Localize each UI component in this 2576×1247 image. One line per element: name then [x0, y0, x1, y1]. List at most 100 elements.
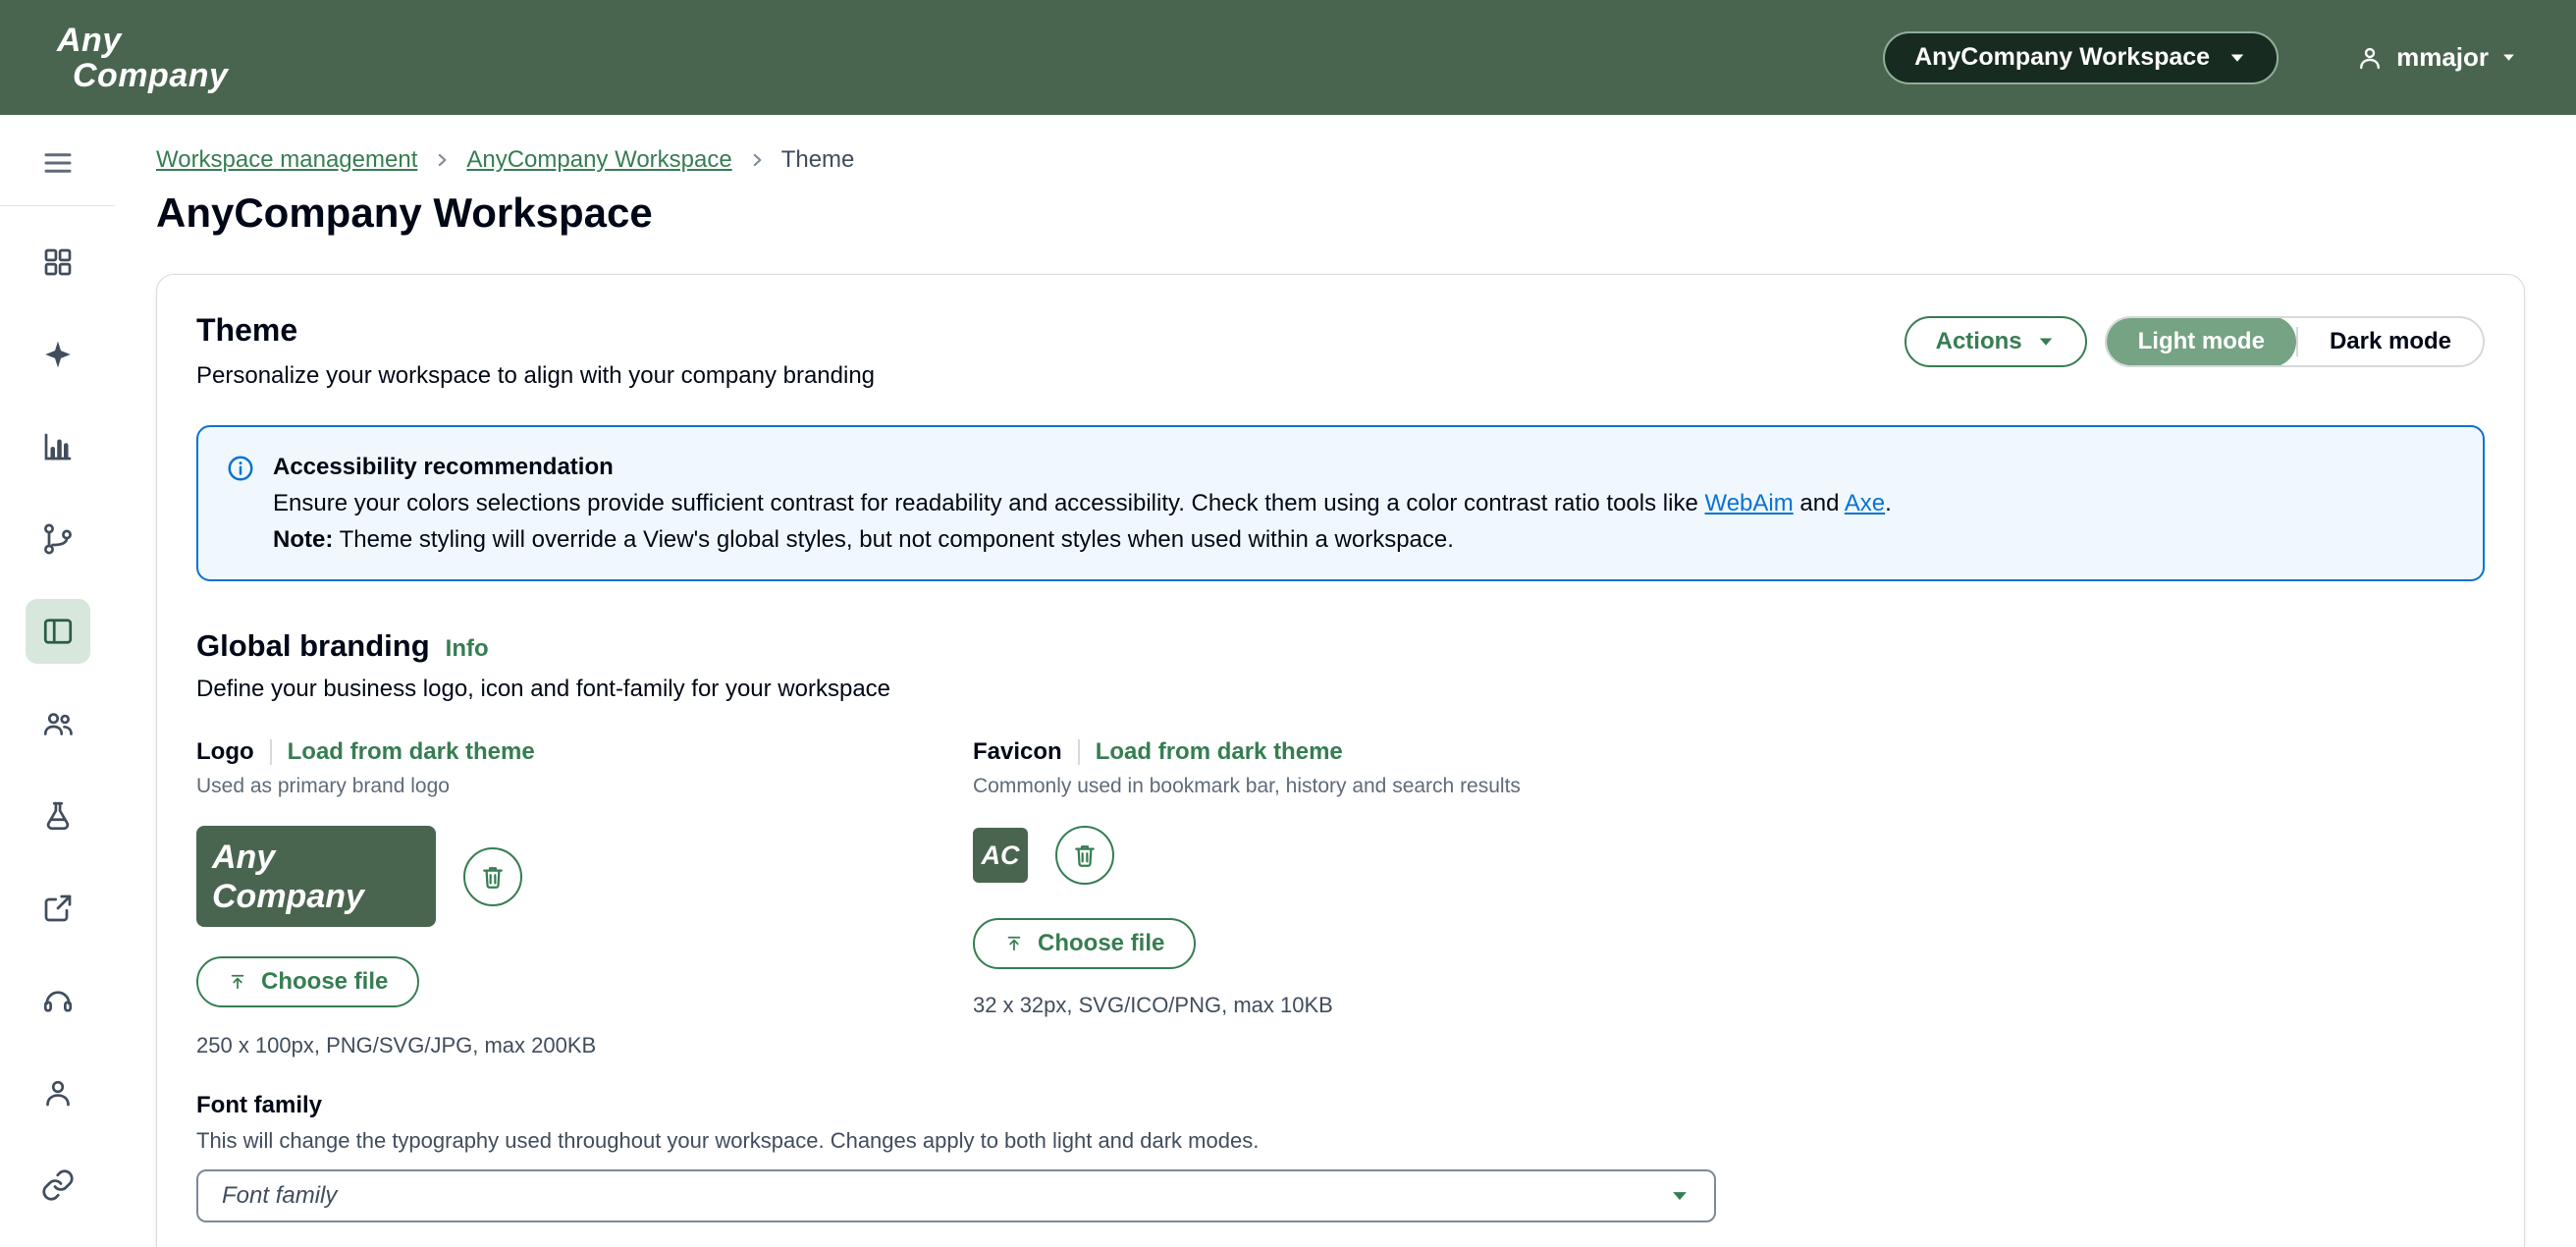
banner-title: Accessibility recommendation — [273, 449, 1892, 485]
choose-logo-file-label: Choose file — [261, 968, 388, 996]
breadcrumb-link-workspace[interactable]: AnyCompany Workspace — [466, 146, 731, 174]
load-favicon-from-dark-theme-link[interactable]: Load from dark theme — [1096, 738, 1343, 766]
choose-favicon-file-button[interactable]: Choose file — [973, 918, 1196, 969]
flask-icon — [40, 798, 76, 834]
page: Any Company AnyCompany Workspace mmajor — [0, 0, 2576, 1247]
menu-toggle[interactable] — [26, 140, 90, 186]
sparkle-icon — [40, 337, 76, 372]
user-menu[interactable]: mmajor — [2355, 42, 2517, 73]
main-content: Workspace management AnyCompany Workspac… — [115, 115, 2576, 1247]
global-branding-header: Global branding Info — [196, 628, 2485, 664]
chevron-right-icon — [433, 151, 451, 169]
logo-preview-line1: Any — [212, 838, 436, 877]
accessibility-banner: Accessibility recommendation Ensure your… — [196, 425, 2485, 581]
breadcrumb-link-workspace-management[interactable]: Workspace management — [156, 146, 417, 174]
choose-logo-file-button[interactable]: Choose file — [196, 956, 419, 1007]
font-family-select[interactable]: Font family — [196, 1169, 1716, 1222]
sidebar-item-pipelines[interactable] — [26, 507, 90, 571]
chevron-down-icon — [2500, 49, 2517, 66]
card-header-left: Theme Personalize your workspace to alig… — [196, 312, 875, 390]
company-logo: Any Company — [57, 23, 228, 93]
workspace-selector-label: AnyCompany Workspace — [1914, 43, 2210, 72]
pipeline-icon — [40, 521, 76, 557]
sidebar-item-users[interactable] — [26, 691, 90, 756]
choose-favicon-file-label: Choose file — [1038, 930, 1164, 957]
body: Workspace management AnyCompany Workspac… — [0, 115, 2576, 1247]
font-family-description: This will change the typography used thr… — [196, 1128, 2485, 1154]
logo-description: Used as primary brand logo — [196, 775, 450, 798]
export-icon — [40, 891, 76, 926]
font-family-label: Font family — [196, 1092, 2485, 1119]
upload-icon — [228, 972, 247, 992]
banner-note-text: Theme styling will override a View's glo… — [333, 526, 1454, 553]
banner-body: Accessibility recommendation Ensure your… — [273, 449, 1892, 558]
remove-logo-button[interactable] — [463, 847, 522, 906]
users-icon — [40, 706, 76, 741]
light-mode-button[interactable]: Light mode — [2107, 316, 2296, 367]
divider — [1078, 739, 1080, 765]
actions-button-label: Actions — [1936, 328, 2022, 355]
remove-favicon-button[interactable] — [1055, 826, 1114, 885]
topbar-right: AnyCompany Workspace mmajor — [1883, 31, 2517, 84]
favicon-preview: AC — [973, 828, 1028, 883]
font-family-block: Font family This will change the typogra… — [196, 1092, 2485, 1222]
info-icon — [226, 454, 255, 483]
profile-icon — [40, 1075, 76, 1111]
user-name: mmajor — [2396, 42, 2489, 73]
webaim-link[interactable]: WebAim — [1704, 490, 1793, 516]
banner-text: Ensure your colors selections provide su… — [273, 490, 1704, 516]
banner-text: and — [1794, 490, 1845, 516]
banner-note-label: Note: — [273, 526, 333, 553]
sidebar-item-assistant[interactable] — [26, 322, 90, 387]
sidebar-item-analytics[interactable] — [26, 414, 90, 479]
card-subtitle: Personalize your workspace to align with… — [196, 362, 875, 390]
card-header: Theme Personalize your workspace to alig… — [196, 312, 2485, 390]
sidebar-item-support[interactable] — [26, 968, 90, 1033]
logo-label-row: Logo Load from dark theme — [196, 738, 535, 766]
logo-column: Logo Load from dark theme Used as primar… — [196, 738, 973, 1058]
logo-preview: Any Company — [196, 826, 436, 927]
favicon-constraints: 32 x 32px, SVG/ICO/PNG, max 10KB — [973, 993, 1333, 1018]
logo-text-line1: Any — [57, 23, 228, 58]
dashboard-icon — [40, 244, 76, 280]
actions-button[interactable]: Actions — [1905, 316, 2087, 367]
link-icon — [40, 1167, 76, 1203]
card-title: Theme — [196, 312, 875, 349]
sidebar-item-links[interactable] — [26, 1153, 90, 1218]
caret-down-icon — [1669, 1185, 1690, 1207]
workspace-selector[interactable]: AnyCompany Workspace — [1883, 31, 2279, 84]
user-icon — [2355, 43, 2385, 73]
favicon-label: Favicon — [973, 738, 1062, 766]
chevron-right-icon — [748, 151, 766, 169]
favicon-description: Commonly used in bookmark bar, history a… — [973, 775, 1521, 798]
logo-label: Logo — [196, 738, 254, 766]
sidebar-item-experiments[interactable] — [26, 784, 90, 848]
branding-columns: Logo Load from dark theme Used as primar… — [196, 738, 2485, 1058]
font-family-placeholder: Font family — [222, 1182, 337, 1210]
sidebar-item-export[interactable] — [26, 876, 90, 941]
trash-icon — [479, 863, 507, 891]
bar-chart-icon — [40, 429, 76, 464]
logo-text-line2: Company — [73, 58, 228, 93]
chevron-down-icon — [2227, 48, 2247, 68]
sidebar-item-workspace-theme[interactable] — [26, 599, 90, 664]
trash-icon — [1071, 841, 1099, 869]
theme-card: Theme Personalize your workspace to alig… — [156, 274, 2525, 1247]
banner-text: . — [1885, 490, 1892, 516]
sidebar-item-profile[interactable] — [26, 1060, 90, 1125]
caret-down-icon — [2036, 332, 2056, 352]
upload-icon — [1004, 934, 1024, 953]
sidebar — [0, 115, 115, 1247]
dark-mode-button[interactable]: Dark mode — [2298, 316, 2483, 367]
load-logo-from-dark-theme-link[interactable]: Load from dark theme — [288, 738, 535, 766]
logo-constraints: 250 x 100px, PNG/SVG/JPG, max 200KB — [196, 1033, 596, 1058]
sidebar-item-dashboard[interactable] — [26, 230, 90, 295]
global-branding-title: Global branding — [196, 628, 430, 664]
logo-preview-line2: Company — [212, 877, 436, 916]
axe-link[interactable]: Axe — [1845, 490, 1885, 516]
info-link[interactable]: Info — [446, 635, 489, 663]
mode-toggle: Light mode Dark mode — [2105, 316, 2485, 367]
hamburger-icon — [40, 145, 76, 181]
favicon-column: Favicon Load from dark theme Commonly us… — [973, 738, 1521, 1058]
breadcrumb-current: Theme — [781, 146, 855, 174]
